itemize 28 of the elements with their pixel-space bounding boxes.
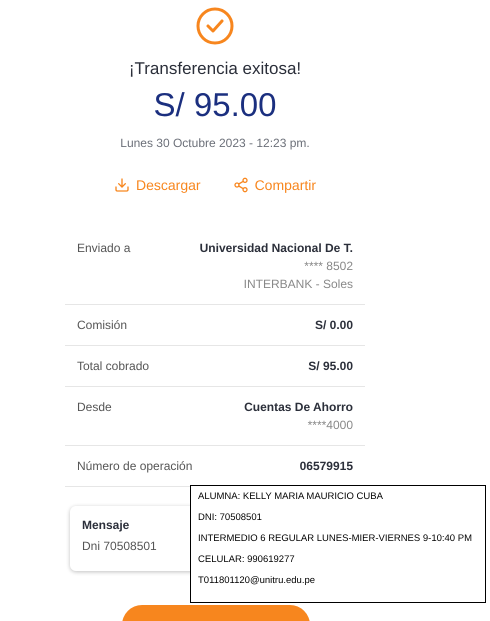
detail-value: S/ 0.00	[314, 316, 353, 334]
detail-label: Desde	[77, 398, 112, 416]
detail-value: 06579915	[300, 458, 353, 474]
detail-subtext: **** 8502	[304, 258, 353, 274]
detail-subtext: INTERBANK - Soles	[244, 276, 353, 292]
detail-label: Total cobrado	[77, 358, 150, 374]
download-icon	[114, 177, 130, 193]
note-line: T011801120@unitru.edu.pe	[198, 574, 316, 588]
note-line: ALUMNA: KELLY MARIA MAURICIO CUBA	[198, 490, 384, 504]
date-text: Lunes 30 Octubre 2023 - 12:23 pm.	[120, 134, 310, 150]
success-title: ¡Transferencia exitosa!	[128, 58, 302, 80]
share-icon	[232, 177, 249, 193]
detail-value: Cuentas De Ahorro	[244, 398, 353, 416]
detail-value: Universidad Nacional De T.	[200, 240, 353, 256]
detail-label: Enviado a	[77, 240, 130, 256]
note-line: INTERMEDIO 6 REGULAR LUNES-MIER-VIERNES 9-10:40 PM	[198, 532, 473, 546]
detail-label: Número de operación	[77, 458, 192, 474]
download-button[interactable]: Descargar	[114, 174, 201, 196]
message-text: Dni 70508501	[82, 538, 157, 554]
share-button[interactable]: Compartir	[232, 174, 316, 196]
detail-value: S/ 95.00	[308, 358, 353, 374]
note-line: DNI: 70508501	[198, 511, 263, 525]
detail-label: Comisión	[77, 316, 128, 334]
check-circle-icon	[196, 7, 234, 45]
amount: S/ 95.00	[154, 84, 276, 124]
note-line: CELULAR: 990619277	[198, 553, 296, 567]
message-title: Mensaje	[82, 516, 130, 534]
detail-subtext: ****4000	[308, 416, 353, 434]
